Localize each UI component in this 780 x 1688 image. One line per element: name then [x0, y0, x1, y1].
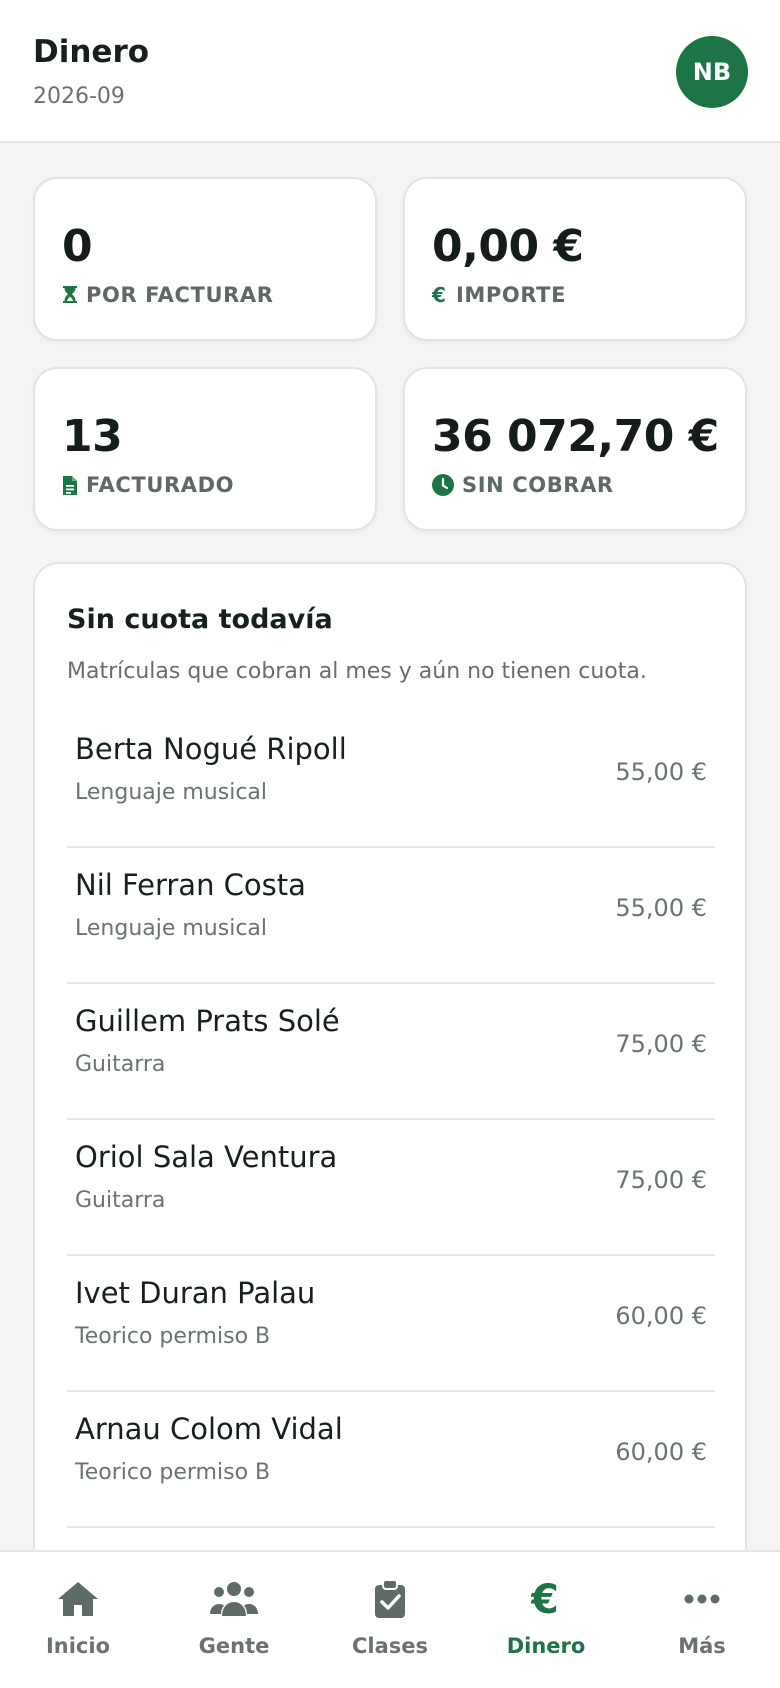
stat-value: 0: [62, 221, 93, 272]
stat-label-text: IMPORTE: [456, 283, 567, 307]
nav-label: Dinero: [506, 1634, 586, 1658]
stat-card-facturado[interactable]: 13 FACTURADO: [33, 367, 377, 531]
enrollment-list: Berta Nogué Ripoll Lenguaje musical 55,0…: [67, 712, 715, 1528]
stat-label: € IMPORTE: [432, 283, 566, 307]
avatar[interactable]: NB: [676, 36, 748, 108]
student-name: Arnau Colom Vidal: [75, 1412, 343, 1446]
course-name: Guitarra: [75, 1052, 166, 1077]
svg-text:€: €: [531, 1580, 559, 1618]
section-description: Matrículas que cobran al mes y aún no ti…: [67, 659, 647, 684]
fee-amount: 75,00 €: [615, 1166, 707, 1194]
list-item[interactable]: Oriol Sala Ventura Guitarra 75,00 €: [67, 1120, 715, 1256]
fee-amount: 60,00 €: [615, 1302, 707, 1330]
more-icon: [684, 1578, 720, 1620]
euro-icon: €: [531, 1578, 561, 1620]
stat-label: FACTURADO: [62, 473, 234, 497]
student-name: Oriol Sala Ventura: [75, 1140, 338, 1174]
app-root: Dinero 2026-09 NB 0 POR FACTURAR 0,00 € …: [0, 0, 780, 1688]
stat-card-sin-cobrar[interactable]: 36 072,70 € SIN COBRAR: [403, 367, 747, 531]
clipboard-check-icon: [374, 1578, 406, 1620]
stat-label-text: FACTURADO: [86, 473, 235, 497]
course-name: Guitarra: [75, 1188, 166, 1213]
course-name: Teorico permiso B: [75, 1460, 271, 1485]
fee-amount: 60,00 €: [615, 1438, 707, 1466]
section-title: Sin cuota todavía: [67, 604, 333, 635]
course-name: Lenguaje musical: [75, 916, 268, 941]
hourglass-icon: [62, 285, 78, 305]
euro-icon: €: [432, 285, 448, 305]
period-label: 2026-09: [33, 84, 125, 109]
nav-item-dinero[interactable]: € Dinero: [468, 1552, 624, 1688]
page-header: Dinero 2026-09 NB: [0, 0, 780, 143]
nav-item-clases[interactable]: Clases: [312, 1552, 468, 1688]
fee-amount: 55,00 €: [615, 758, 707, 786]
fee-amount: 75,00 €: [615, 1030, 707, 1058]
student-name: Ivet Duran Palau: [75, 1276, 316, 1310]
stat-label: SIN COBRAR: [432, 473, 614, 497]
nav-label: Inicio: [45, 1634, 111, 1658]
student-name: Berta Nogué Ripoll: [75, 732, 347, 766]
fee-amount: 55,00 €: [615, 894, 707, 922]
course-name: Lenguaje musical: [75, 780, 268, 805]
student-name: Nil Ferran Costa: [75, 868, 306, 902]
list-item[interactable]: Berta Nogué Ripoll Lenguaje musical 55,0…: [67, 712, 715, 848]
nav-item-inicio[interactable]: Inicio: [0, 1552, 156, 1688]
nav-item-mas[interactable]: Más: [624, 1552, 780, 1688]
home-icon: [56, 1578, 100, 1620]
list-item[interactable]: Guillem Prats Solé Guitarra 75,00 €: [67, 984, 715, 1120]
clock-icon: [432, 474, 454, 496]
nav-label: Gente: [198, 1634, 270, 1658]
list-item[interactable]: Nil Ferran Costa Lenguaje musical 55,00 …: [67, 848, 715, 984]
page-title: Dinero: [33, 34, 150, 70]
svg-text:€: €: [432, 285, 447, 305]
stat-label-text: SIN COBRAR: [462, 473, 614, 497]
people-icon: [210, 1578, 258, 1620]
course-name: Teorico permiso B: [75, 1324, 271, 1349]
document-icon: [62, 475, 78, 496]
nav-label: Más: [678, 1634, 726, 1658]
nav-item-gente[interactable]: Gente: [156, 1552, 312, 1688]
stat-value: 13: [62, 411, 123, 462]
nav-label: Clases: [351, 1634, 429, 1658]
pending-fees-card: Sin cuota todavía Matrículas que cobran …: [33, 562, 747, 1688]
stat-card-importe[interactable]: 0,00 € € IMPORTE: [403, 177, 747, 341]
student-name: Guillem Prats Solé: [75, 1004, 340, 1038]
stat-card-por-facturar[interactable]: 0 POR FACTURAR: [33, 177, 377, 341]
list-item[interactable]: Arnau Colom Vidal Teorico permiso B 60,0…: [67, 1392, 715, 1528]
stat-value: 36 072,70 €: [432, 411, 719, 462]
stat-value: 0,00 €: [432, 221, 584, 272]
stat-label-text: POR FACTURAR: [86, 283, 274, 307]
list-item[interactable]: Ivet Duran Palau Teorico permiso B 60,00…: [67, 1256, 715, 1392]
stat-label: POR FACTURAR: [62, 283, 274, 307]
bottom-nav: Inicio Gente Clases € Dinero Más: [0, 1550, 780, 1688]
